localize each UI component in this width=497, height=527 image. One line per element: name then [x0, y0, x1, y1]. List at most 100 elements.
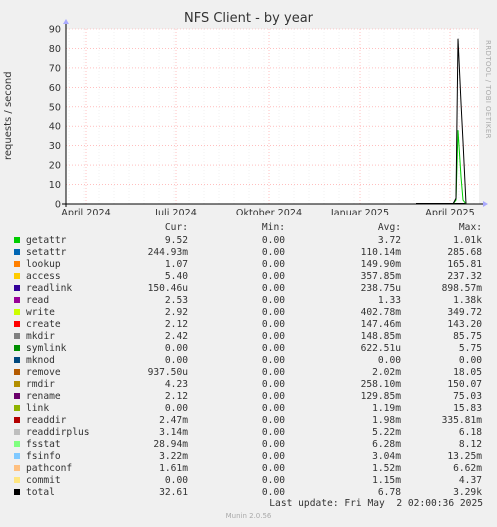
header-avg: Avg: — [377, 222, 401, 233]
legend-max: 85.75 — [453, 331, 482, 342]
legend-max: 237.32 — [447, 271, 482, 282]
legend-swatch — [14, 429, 20, 435]
legend-name: readlink — [26, 283, 73, 294]
legend-min: 0.00 — [261, 343, 285, 354]
legend-max: 18.05 — [453, 367, 482, 378]
legend-swatch — [14, 405, 20, 411]
legend-cur: 2.47m — [159, 415, 188, 426]
legend-name: remove — [26, 367, 61, 378]
legend-min: 0.00 — [261, 391, 285, 402]
y-tick-label: 60 — [49, 83, 61, 94]
legend-cur: 2.12 — [164, 319, 188, 330]
legend-cur: 9.52 — [164, 235, 188, 246]
legend-row-remove: remove 937.50u 0.00 2.02m 18.05 — [0, 367, 497, 379]
legend-min: 0.00 — [261, 463, 285, 474]
legend-avg: 357.85m — [360, 271, 401, 282]
legend-avg: 402.78m — [360, 307, 401, 318]
y-axis-arrow — [63, 19, 69, 24]
legend-row-mkdir: mkdir 2.42 0.00 148.85m 85.75 — [0, 331, 497, 343]
legend-swatch — [14, 261, 20, 267]
legend-avg: 5.22m — [372, 427, 401, 438]
y-tick-label: 20 — [49, 161, 61, 172]
legend-avg: 238.75u — [360, 283, 401, 294]
y-tick-label: 70 — [49, 63, 61, 74]
legend-row-lookup: lookup 1.07 0.00 149.90m 165.81 — [0, 259, 497, 271]
x-axis-arrow — [483, 201, 488, 207]
legend-name: fsinfo — [26, 451, 61, 462]
x-tick-label: Januar 2025 — [330, 208, 389, 215]
legend-max: 165.81 — [447, 259, 482, 270]
legend-avg: 1.33 — [377, 295, 401, 306]
legend-avg: 258.10m — [360, 379, 401, 390]
legend-swatch — [14, 393, 20, 399]
legend-avg: 129.85m — [360, 391, 401, 402]
legend-name: rmdir — [26, 379, 55, 390]
legend-avg: 6.28m — [372, 439, 401, 450]
legend-avg: 3.04m — [372, 451, 401, 462]
munin-version: Munin 2.0.56 — [225, 512, 272, 520]
header-min: Min: — [261, 222, 285, 233]
plot-area — [66, 29, 479, 204]
legend-min: 0.00 — [261, 475, 285, 486]
legend-swatch — [14, 417, 20, 423]
legend-cur: 2.12 — [164, 391, 188, 402]
legend-min: 0.00 — [261, 331, 285, 342]
y-tick-label: 0 — [55, 200, 61, 211]
y-tick-label: 30 — [49, 141, 61, 152]
graph-frame: NFS Client - by year requests / second R… — [0, 0, 497, 527]
legend-min: 0.00 — [261, 451, 285, 462]
legend-max: 898.57m — [441, 283, 482, 294]
chart-plot: 0 10 20 30 40 50 60 70 80 90 April 2024 Juli 2024 O… — [49, 19, 488, 215]
legend-avg: 148.85m — [360, 331, 401, 342]
header-cur: Cur: — [164, 222, 188, 233]
legend-avg: 2.02m — [372, 367, 401, 378]
legend-cur: 2.42 — [164, 331, 188, 342]
legend-cur: 0.00 — [164, 343, 188, 354]
legend-swatch — [14, 477, 20, 483]
legend-cur: 244.93m — [147, 247, 188, 258]
legend-name: read — [26, 295, 50, 306]
legend-cur: 0.00 — [164, 403, 188, 414]
legend-max: 8.12 — [458, 439, 482, 450]
legend-row-pathconf: pathconf 1.61m 0.00 1.52m 6.62m — [0, 463, 497, 475]
legend-name: fsstat — [26, 439, 61, 450]
legend-max: 1.38k — [453, 295, 482, 306]
legend-max: 143.20 — [447, 319, 482, 330]
legend-max: 4.37 — [458, 475, 482, 486]
legend-row-symlink: symlink 0.00 0.00 622.51u 5.75 — [0, 343, 497, 355]
legend-min: 0.00 — [261, 295, 285, 306]
legend-avg: 1.15m — [372, 475, 401, 486]
legend-name: pathconf — [26, 463, 73, 474]
x-tick-label: Juli 2024 — [154, 208, 197, 215]
legend-name: create — [26, 319, 61, 330]
legend-row-link: link 0.00 0.00 1.19m 15.83 — [0, 403, 497, 415]
legend-name: rename — [26, 391, 61, 402]
legend-cur: 28.94m — [153, 439, 188, 450]
legend-max: 335.81m — [441, 415, 482, 426]
legend-cur: 2.92 — [164, 307, 188, 318]
legend-row-access: access 5.40 0.00 357.85m 237.32 — [0, 271, 497, 283]
legend-swatch — [14, 369, 20, 375]
last-update: Last update: Fri May 2 02:00:36 2025 — [269, 498, 483, 509]
legend-swatch — [14, 441, 20, 447]
legend-max: 349.72 — [447, 307, 482, 318]
legend-max: 150.07 — [447, 379, 482, 390]
legend-name: getattr — [26, 235, 67, 246]
legend-cur: 3.14m — [159, 427, 188, 438]
legend-min: 0.00 — [261, 427, 285, 438]
legend-min: 0.00 — [261, 247, 285, 258]
legend-swatch — [14, 465, 20, 471]
legend-cur: 32.61 — [159, 487, 188, 498]
legend-name: access — [26, 271, 61, 282]
legend-swatch — [14, 273, 20, 279]
legend-min: 0.00 — [261, 403, 285, 414]
legend-swatch — [14, 345, 20, 351]
legend-swatch — [14, 297, 20, 303]
legend-swatch — [14, 321, 20, 327]
legend-cur: 3.22m — [159, 451, 188, 462]
legend-max: 285.68 — [447, 247, 482, 258]
legend-row-readdirplus: readdirplus 3.14m 0.00 5.22m 6.18 — [0, 427, 497, 439]
y-tick-label: 50 — [49, 102, 61, 113]
legend-avg: 1.19m — [372, 403, 401, 414]
y-tick-label: 40 — [49, 122, 61, 133]
